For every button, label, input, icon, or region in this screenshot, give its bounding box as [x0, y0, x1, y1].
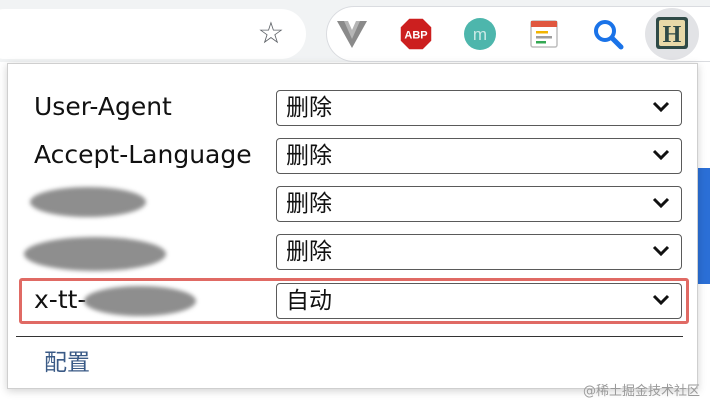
chevron-down-icon — [652, 101, 670, 113]
select-value: 删除 — [286, 239, 332, 265]
svg-text:ABP: ABP — [404, 30, 427, 42]
header-row: Accept-Language 删除 — [8, 135, 697, 175]
chevron-down-icon — [652, 245, 670, 257]
bookmark-star-icon[interactable]: ☆ — [253, 16, 289, 52]
select-value: 删除 — [286, 191, 332, 217]
header-action-select[interactable]: 删除 — [276, 138, 682, 174]
abp-icon[interactable]: ABP — [399, 17, 433, 51]
redacted-blur — [30, 187, 146, 217]
search-icon[interactable] — [591, 17, 625, 51]
svg-text:H: H — [663, 22, 682, 48]
config-link[interactable]: 配置 — [44, 345, 90, 381]
header-row: User-Agent 删除 — [8, 87, 697, 127]
page-background-element — [698, 168, 710, 284]
divider — [16, 336, 683, 337]
note-icon[interactable] — [527, 17, 561, 51]
header-action-select[interactable]: 删除 — [276, 234, 682, 270]
h-icon[interactable]: H — [655, 16, 689, 50]
watermark: @稀土掘金技术社区 — [582, 384, 700, 399]
header-row: 删除 — [8, 183, 697, 223]
header-row: 删除 — [8, 231, 697, 271]
svg-text:m: m — [473, 25, 487, 44]
header-name-label: Accept-Language — [34, 140, 252, 169]
chevron-down-icon — [652, 197, 670, 209]
highlight-box — [19, 278, 689, 324]
chevron-down-icon — [652, 149, 670, 161]
header-name-label: User-Agent — [34, 92, 172, 121]
header-action-select[interactable]: 删除 — [276, 186, 682, 222]
header-action-select[interactable]: 删除 — [276, 90, 682, 126]
redacted-blur — [24, 237, 166, 271]
select-value: 删除 — [286, 143, 332, 169]
v-icon[interactable] — [335, 17, 369, 51]
select-value: 删除 — [286, 95, 332, 121]
m-icon[interactable]: m — [463, 17, 497, 51]
header-editor-popup: User-Agent 删除 Accept-Language 删除 删除 删除 x… — [7, 63, 698, 389]
